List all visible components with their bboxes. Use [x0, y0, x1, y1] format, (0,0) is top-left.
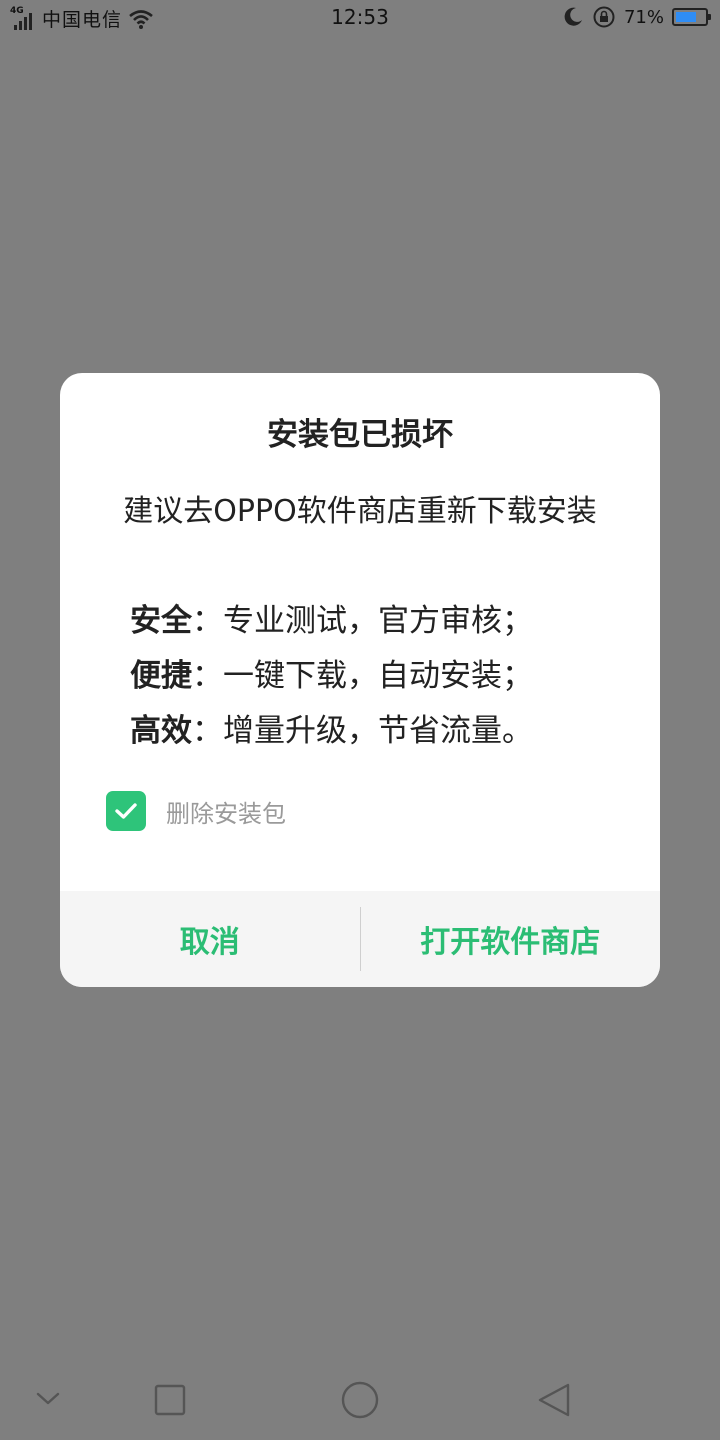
home-icon[interactable] — [340, 1380, 380, 1420]
battery-icon — [672, 8, 711, 26]
rotation-lock-icon — [593, 6, 615, 28]
delete-package-checkbox[interactable] — [106, 791, 146, 831]
status-right: 71% — [562, 5, 711, 29]
feature-efficiency: 高效：增量升级，节省流量。 — [130, 705, 610, 750]
checkmark-icon — [115, 803, 137, 819]
battery-percent: 71% — [623, 6, 664, 28]
feature-text: ：一键下载，自动安装； — [192, 658, 533, 694]
feature-text: ：增量升级，节省流量。 — [192, 713, 533, 749]
checkbox-label: 删除安装包 — [166, 799, 286, 828]
status-bar: 4G 中国电信 12:53 71% — [0, 0, 720, 36]
chevron-down-icon[interactable] — [34, 1388, 62, 1410]
feature-key: 便捷 — [130, 658, 192, 694]
delete-package-option[interactable]: 删除安装包 — [106, 791, 286, 831]
moon-icon — [564, 7, 582, 26]
feature-key: 高效 — [130, 713, 192, 749]
cancel-button[interactable]: 取消 — [60, 891, 360, 987]
feature-security: 安全：专业测试，官方审核； — [130, 595, 610, 640]
recents-icon[interactable] — [154, 1384, 186, 1416]
dialog-message: 建议去OPPO软件商店重新下载安装 — [123, 494, 597, 529]
feature-text: ：专业测试，官方审核； — [192, 603, 533, 639]
open-app-store-button[interactable]: 打开软件商店 — [361, 891, 661, 987]
feature-key: 安全 — [130, 603, 192, 639]
dialog-title: 安装包已损坏 — [267, 417, 453, 453]
back-icon[interactable] — [536, 1382, 572, 1418]
dialog-button-bar: 取消 打开软件商店 — [60, 891, 660, 987]
navigation-bar — [0, 1360, 720, 1440]
corrupted-package-dialog: 安装包已损坏 建议去OPPO软件商店重新下载安装 安全：专业测试，官方审核； 便… — [60, 373, 660, 987]
feature-convenience: 便捷：一键下载，自动安装； — [130, 650, 610, 695]
